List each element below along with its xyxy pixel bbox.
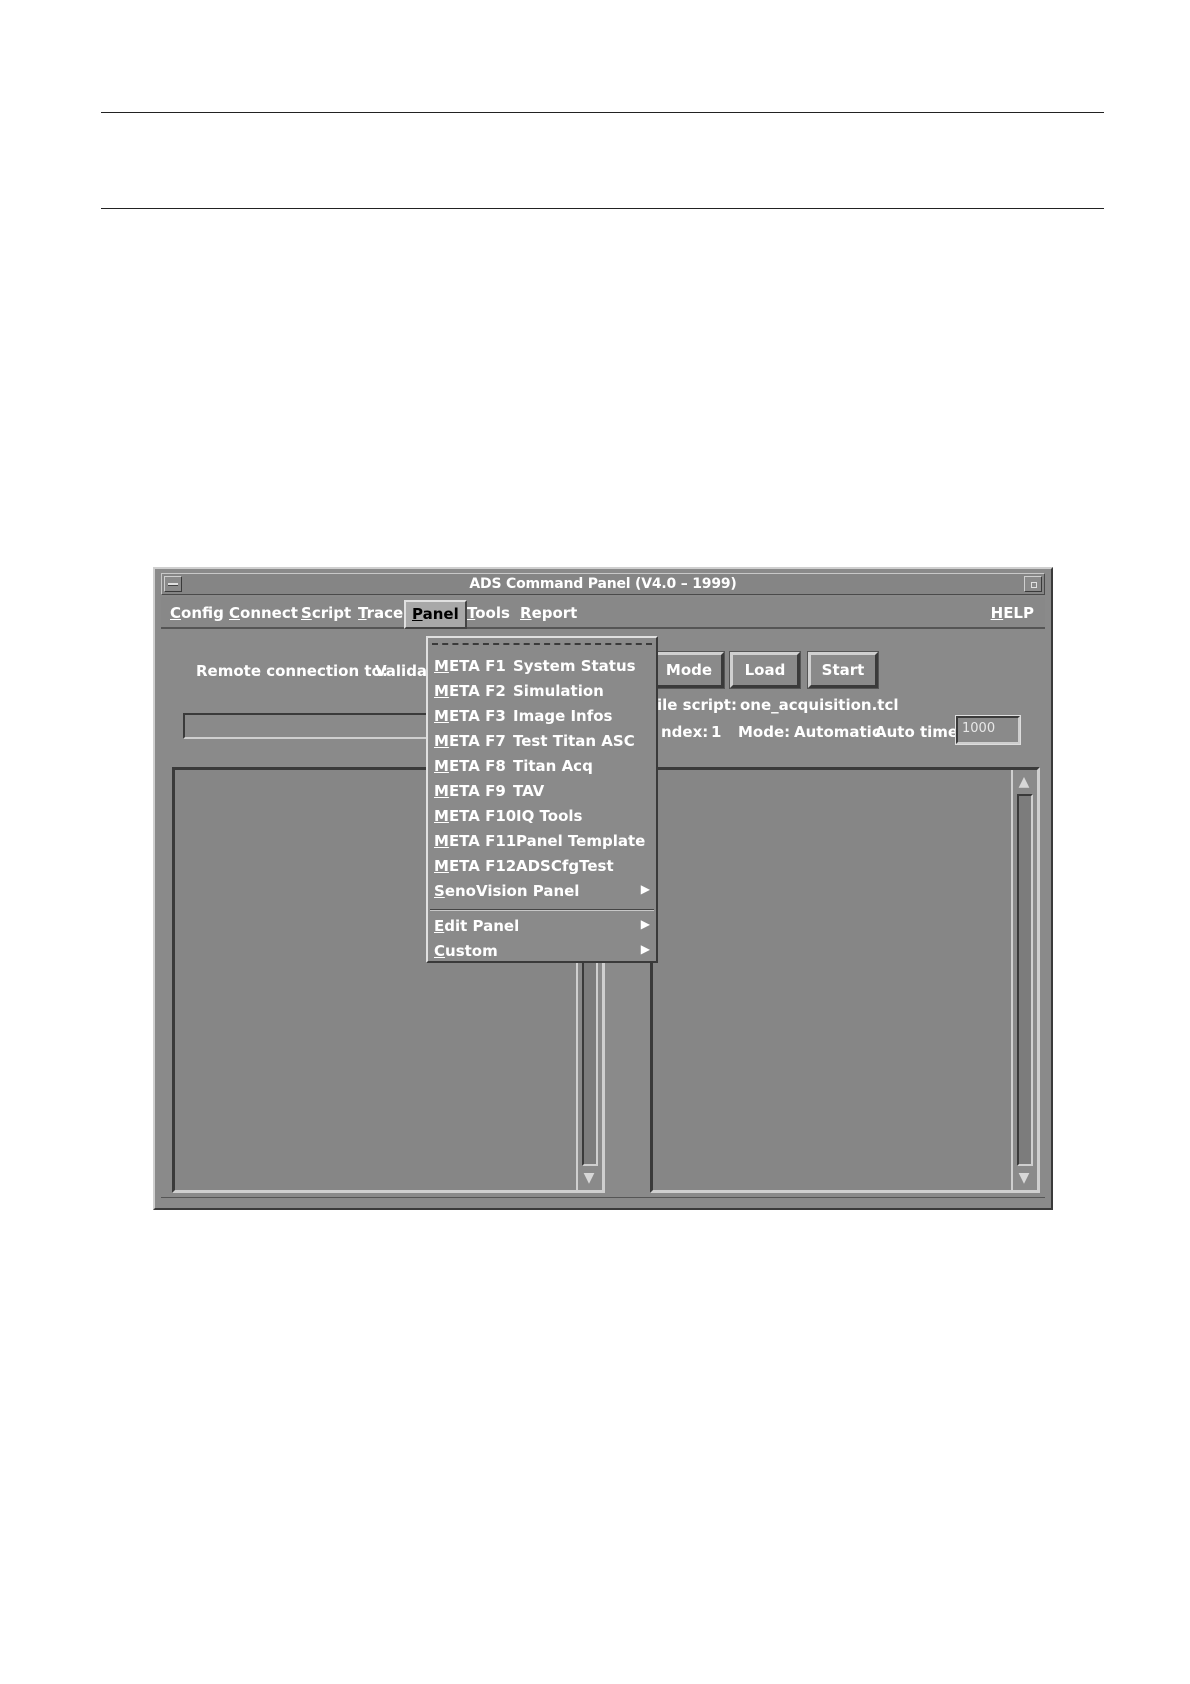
menu-connect[interactable]: Connect <box>224 604 303 622</box>
submenu-arrow-icon: ▶ <box>640 942 650 956</box>
menu-item-label: SenoVision Panel <box>434 882 580 900</box>
menu-item-label: IQ Tools <box>516 807 583 825</box>
menu-item-label: TAV <box>513 782 545 800</box>
submenu-arrow-icon: ▶ <box>640 917 650 931</box>
menu-trace[interactable]: Trace <box>353 604 408 622</box>
window-bottom-border <box>161 1197 1045 1204</box>
accelerator-label: META F3 <box>434 707 506 725</box>
accelerator-label: META F11 <box>434 832 517 850</box>
menu-script[interactable]: Script <box>296 604 356 622</box>
scroll-down-arrow-icon[interactable]: ▼ <box>1016 1169 1032 1187</box>
menu-item-label: Panel Template <box>516 832 646 850</box>
menu-item-label: ADSCfgTest <box>516 857 614 875</box>
script-label: ile script: <box>657 696 737 714</box>
menu-item-titan-acq[interactable]: META F8 Titan Acq <box>432 756 652 779</box>
menu-item-iq-tools[interactable]: META F10 IQ Tools <box>432 806 652 829</box>
menu-config[interactable]: Config <box>165 604 229 622</box>
mode-button[interactable]: Mode <box>653 651 725 689</box>
scroll-track[interactable] <box>1017 794 1033 1166</box>
accelerator-label: META F2 <box>434 682 506 700</box>
accelerator-label: META F7 <box>434 732 506 750</box>
menu-item-panel-template[interactable]: META F11 Panel Template <box>432 831 652 854</box>
auto-time-label: Auto time: <box>875 723 965 741</box>
start-button[interactable]: Start <box>807 651 879 689</box>
right-output-pane[interactable]: ▲ ▼ <box>650 767 1040 1193</box>
script-filename: one_acquisition.tcl <box>740 696 899 714</box>
tearoff-line[interactable] <box>432 643 652 645</box>
menu-item-system-status[interactable]: META F1 System Status <box>432 656 652 679</box>
remote-connection-label: Remote connection to: <box>196 662 388 680</box>
menu-item-tav[interactable]: META F9 TAV <box>432 781 652 804</box>
menu-item-senovision-panel[interactable]: SenoVision Panel ▶ <box>432 881 652 904</box>
menu-item-adscfgtest[interactable]: META F12 ADSCfgTest <box>432 856 652 879</box>
window-maximize-icon[interactable] <box>1024 576 1042 592</box>
submenu-arrow-icon: ▶ <box>640 882 650 896</box>
menu-tools[interactable]: Tools <box>462 604 515 622</box>
command-input[interactable] <box>183 713 433 739</box>
menu-item-label: Simulation <box>513 682 604 700</box>
index-value: 1 <box>711 723 722 741</box>
scroll-down-arrow-icon[interactable]: ▼ <box>581 1169 597 1187</box>
menu-help[interactable]: HELP <box>986 604 1039 622</box>
menubar: Config Connect Script Trace Panel Tools … <box>161 597 1045 629</box>
accelerator-label: META F1 <box>434 657 506 675</box>
accelerator-label: META F10 <box>434 807 517 825</box>
menu-separator <box>430 909 654 911</box>
accelerator-label: META F9 <box>434 782 506 800</box>
menu-item-custom[interactable]: Custom ▶ <box>432 941 652 964</box>
menu-report[interactable]: Report <box>515 604 582 622</box>
auto-time-input[interactable]: 1000 <box>955 715 1021 745</box>
menu-item-label: System Status <box>513 657 636 675</box>
menu-item-label: Custom <box>434 942 498 960</box>
index-label: ndex: <box>661 723 709 741</box>
scroll-up-arrow-icon[interactable]: ▲ <box>1016 773 1032 791</box>
menu-item-test-titan-asc[interactable]: META F7 Test Titan ASC <box>432 731 652 754</box>
accelerator-label: META F8 <box>434 757 506 775</box>
mode-value: Automatic <box>794 723 881 741</box>
panel-dropdown-menu: META F1 System Status META F2 Simulation… <box>426 636 658 963</box>
header-rule-top <box>101 112 1104 113</box>
window-title: ADS Command Panel (V4.0 – 1999) <box>469 576 737 592</box>
accelerator-label: META F12 <box>434 857 517 875</box>
right-vertical-scrollbar[interactable]: ▲ ▼ <box>1011 770 1037 1190</box>
menu-item-label: Edit Panel <box>434 917 520 935</box>
window-titlebar[interactable]: ADS Command Panel (V4.0 – 1999) <box>161 573 1045 595</box>
menu-item-edit-panel[interactable]: Edit Panel ▶ <box>432 916 652 939</box>
header-rule-bottom <box>101 208 1104 209</box>
load-button[interactable]: Load <box>729 651 801 689</box>
menu-item-label: Test Titan ASC <box>513 732 635 750</box>
menu-item-label: Image Infos <box>513 707 613 725</box>
menu-item-simulation[interactable]: META F2 Simulation <box>432 681 652 704</box>
menu-item-image-infos[interactable]: META F3 Image Infos <box>432 706 652 729</box>
menu-panel[interactable]: Panel <box>404 600 467 629</box>
menu-item-label: Titan Acq <box>513 757 593 775</box>
mode-label: Mode: <box>738 723 791 741</box>
